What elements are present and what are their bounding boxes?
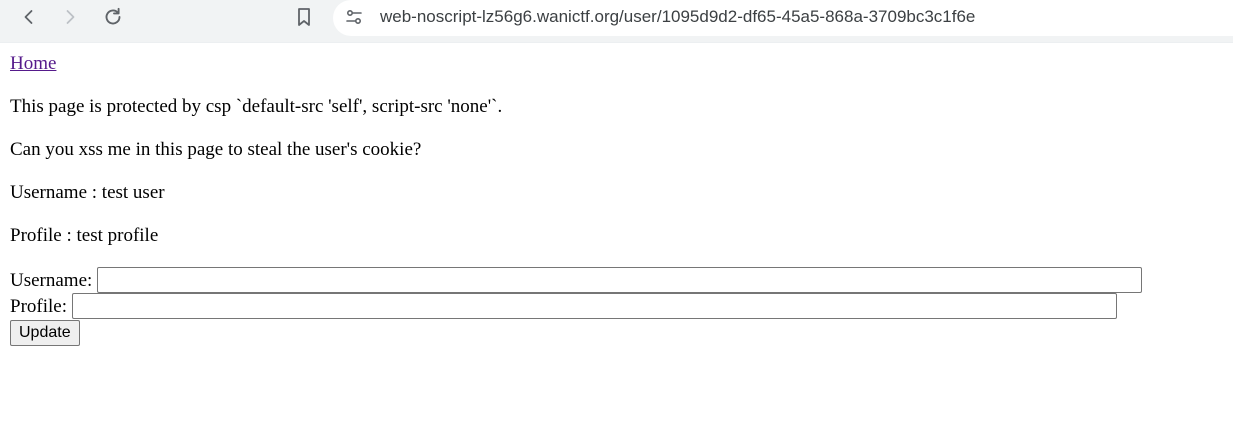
username-display: Username : test user xyxy=(10,182,165,203)
site-info-icon xyxy=(346,9,362,25)
back-arrow-icon xyxy=(24,10,33,24)
username-label: Username: xyxy=(10,269,93,291)
update-button[interactable]: Update xyxy=(10,320,80,346)
bookmark-button[interactable] xyxy=(290,3,318,31)
forward-button[interactable] xyxy=(56,3,84,31)
reload-icon xyxy=(105,7,121,25)
home-link[interactable]: Home xyxy=(10,52,56,75)
bookmark-icon xyxy=(298,8,310,26)
profile-display: Profile : test profile xyxy=(10,225,159,246)
username-row: Username: xyxy=(10,267,1220,293)
url-text[interactable]: web-noscript-lz56g6.wanictf.org/user/109… xyxy=(380,7,975,27)
challenge-text: Can you xss me in this page to steal the… xyxy=(10,139,422,160)
update-form: Username: Profile: Update xyxy=(10,267,1220,346)
site-info-button[interactable] xyxy=(343,5,365,29)
profile-row: Profile: xyxy=(10,293,1220,319)
forward-arrow-icon xyxy=(66,10,75,24)
browser-toolbar: web-noscript-lz56g6.wanictf.org/user/109… xyxy=(0,0,1233,43)
profile-label: Profile: xyxy=(10,295,67,317)
back-button[interactable] xyxy=(15,3,43,31)
reload-button[interactable] xyxy=(99,3,127,31)
page-content: Home This page is protected by csp `defa… xyxy=(10,52,1220,346)
username-input[interactable] xyxy=(97,267,1143,293)
address-bar[interactable]: web-noscript-lz56g6.wanictf.org/user/109… xyxy=(333,0,1233,36)
profile-input[interactable] xyxy=(72,293,1117,319)
csp-notice: This page is protected by csp `default-s… xyxy=(10,96,503,117)
